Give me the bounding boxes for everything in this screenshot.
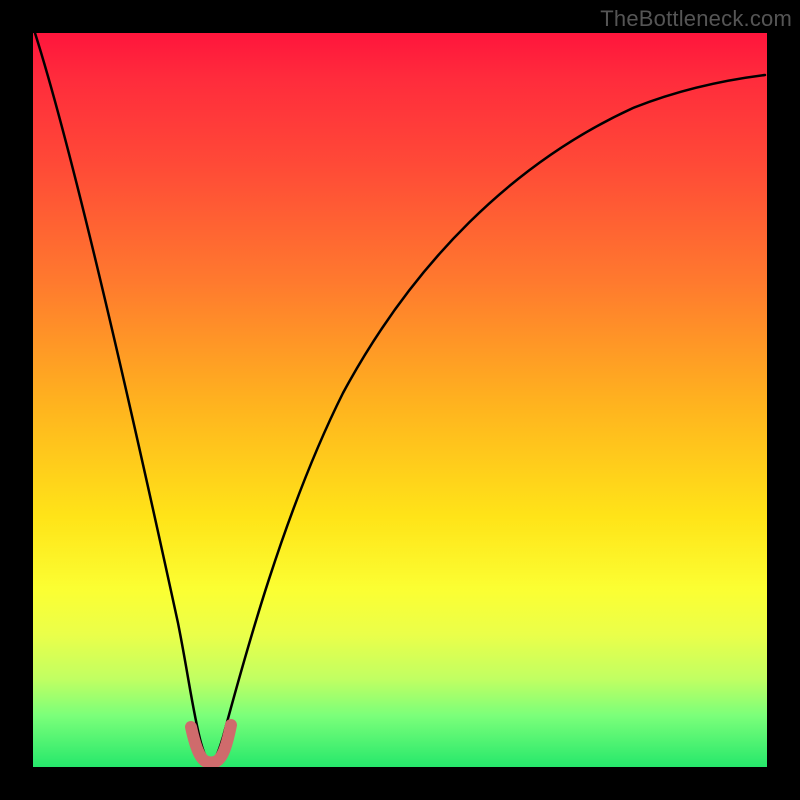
watermark-text: TheBottleneck.com bbox=[600, 6, 792, 32]
highlight-mark bbox=[191, 725, 231, 763]
bottleneck-curve bbox=[35, 33, 765, 762]
plot-area bbox=[33, 33, 767, 767]
chart-frame: TheBottleneck.com bbox=[0, 0, 800, 800]
curve-layer bbox=[33, 33, 767, 767]
